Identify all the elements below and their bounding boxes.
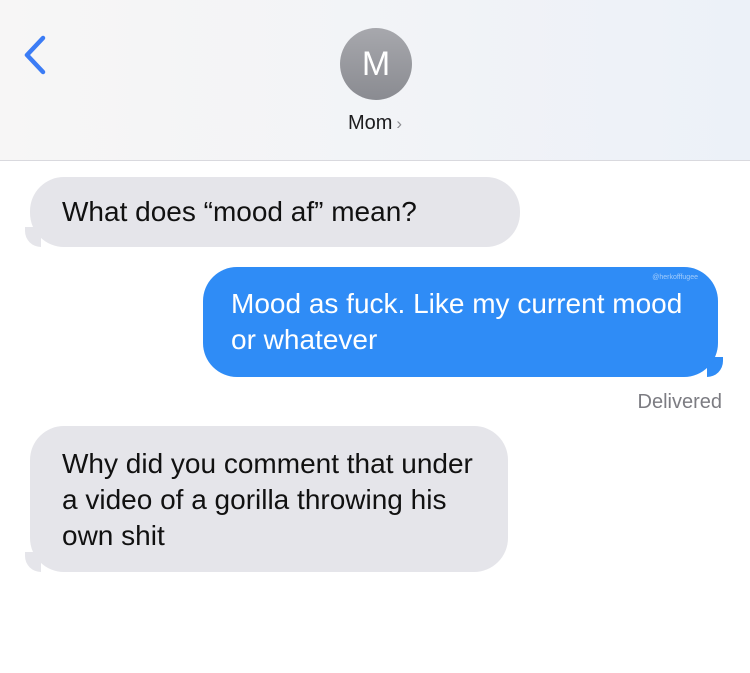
conversation-header: M Mom ›	[0, 0, 750, 161]
outgoing-message-bubble[interactable]: Mood as fuck. Like my current mood or wh…	[203, 267, 718, 377]
back-button[interactable]	[14, 30, 54, 80]
chevron-right-icon: ›	[396, 114, 403, 133]
contact-avatar[interactable]: M	[340, 28, 412, 100]
delivered-status: Delivered	[637, 391, 722, 413]
avatar-initial: M	[361, 45, 391, 83]
chevron-left-icon	[24, 35, 46, 75]
message-text: What does “mood af” mean?	[62, 196, 417, 227]
contact-name-button[interactable]: Mom ›	[0, 112, 750, 135]
message-text: Why did you comment that under a video o…	[62, 448, 473, 551]
watermark: @herkofffugee	[652, 274, 698, 281]
contact-name: Mom	[347, 112, 393, 134]
message-text: Mood as fuck. Like my current mood or wh…	[231, 288, 683, 355]
incoming-message-bubble[interactable]: What does “mood af” mean?	[30, 177, 520, 247]
incoming-message-bubble[interactable]: Why did you comment that under a video o…	[30, 426, 508, 572]
